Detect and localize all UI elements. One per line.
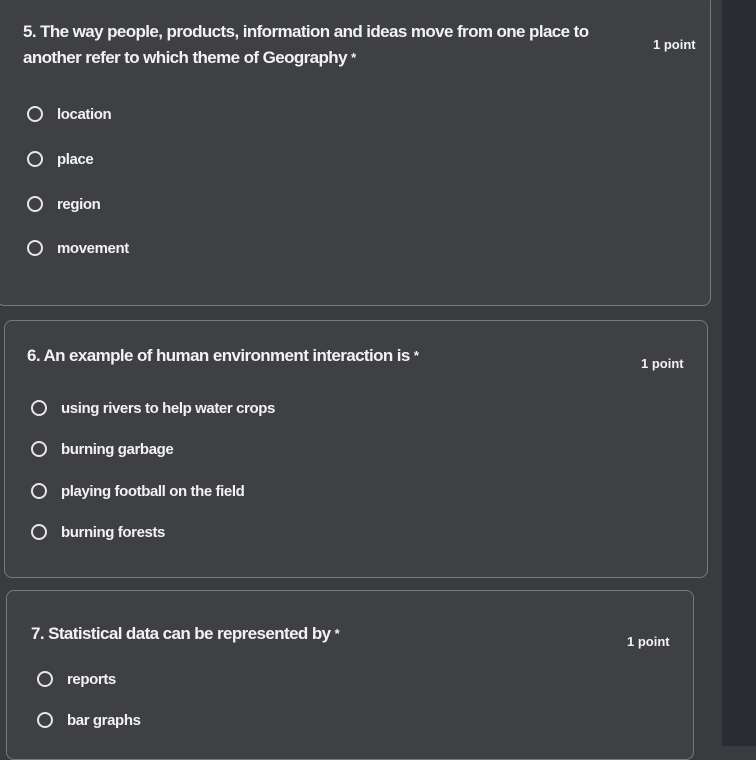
required-asterisk: *: [351, 50, 356, 65]
option-region[interactable]: region: [27, 191, 101, 217]
question-card-5: 5. The way people, products, information…: [0, 0, 711, 306]
required-asterisk: *: [413, 348, 419, 363]
option-label: location: [57, 105, 112, 123]
radio-button[interactable]: [31, 441, 47, 457]
radio-button[interactable]: [31, 483, 47, 499]
question-card-6: 6. An example of human environment inter…: [4, 320, 708, 578]
radio-button[interactable]: [27, 240, 43, 256]
option-label: place: [57, 150, 94, 168]
option-label: burning forests: [61, 523, 166, 541]
option-using-rivers[interactable]: using rivers to help water crops: [31, 395, 275, 421]
option-playing-football[interactable]: playing football on the field: [31, 478, 245, 504]
question-text-continued: another refer to which theme of Geograph…: [23, 48, 348, 67]
option-location[interactable]: location: [27, 101, 112, 127]
points-label: 1 point: [627, 634, 670, 649]
option-burning-forests[interactable]: burning forests: [31, 519, 165, 545]
option-label: region: [57, 195, 101, 213]
question-text: 6. An example of human environment inter…: [27, 346, 410, 365]
question-text: 7. Statistical data can be represented b…: [31, 624, 331, 643]
question-text: 5. The way people, products, information…: [23, 22, 589, 41]
option-bar-graphs[interactable]: bar graphs: [37, 707, 141, 733]
radio-button[interactable]: [27, 151, 43, 167]
radio-button[interactable]: [37, 712, 53, 728]
option-burning-garbage[interactable]: burning garbage: [31, 436, 174, 462]
option-label: burning garbage: [61, 440, 174, 458]
option-label: using rivers to help water crops: [61, 399, 275, 417]
question-card-7: 7. Statistical data can be represented b…: [6, 590, 694, 760]
points-label: 1 point: [653, 37, 696, 52]
question-title: 5. The way people, products, information…: [23, 19, 663, 71]
radio-button[interactable]: [27, 196, 43, 212]
option-movement[interactable]: movement: [27, 235, 129, 261]
option-label: bar graphs: [67, 711, 141, 729]
required-asterisk: *: [334, 626, 340, 641]
question-title: 6. An example of human environment inter…: [27, 343, 419, 369]
option-place[interactable]: place: [27, 146, 94, 172]
option-label: movement: [57, 239, 129, 257]
radio-button[interactable]: [27, 106, 43, 122]
question-title: 7. Statistical data can be represented b…: [31, 621, 340, 647]
radio-button[interactable]: [31, 524, 47, 540]
page-edge-strip: [722, 0, 756, 746]
option-reports[interactable]: reports: [37, 666, 116, 692]
option-label: reports: [67, 670, 116, 688]
radio-button[interactable]: [31, 400, 47, 416]
option-label: playing football on the field: [61, 482, 245, 500]
points-label: 1 point: [641, 356, 684, 371]
radio-button[interactable]: [37, 671, 53, 687]
